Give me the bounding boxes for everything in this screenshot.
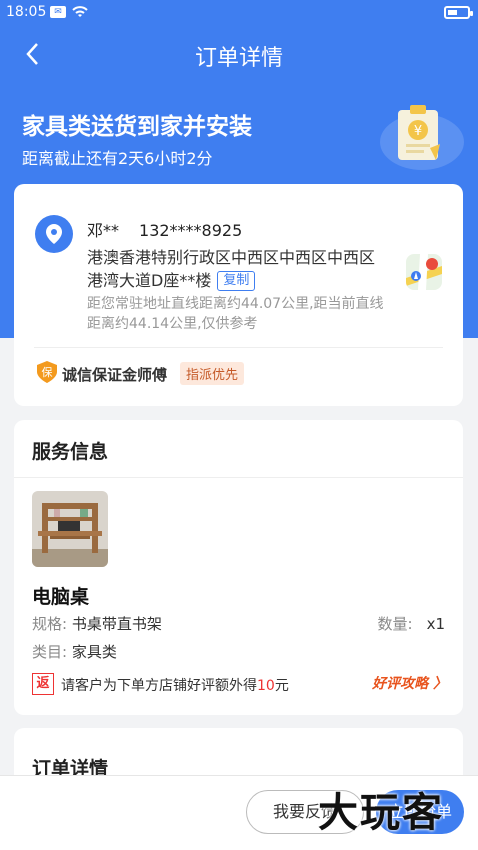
rebate-suffix: 元: [274, 678, 289, 694]
message-icon: ✉: [50, 6, 66, 18]
divider: [14, 477, 463, 478]
review-guide-link[interactable]: 好评攻略 〉: [372, 673, 447, 693]
status-time: 18:05: [6, 4, 47, 20]
product-image[interactable]: [32, 491, 108, 567]
spec-key: 规格:: [32, 615, 68, 633]
address-line-2-row: 港湾大道D座**楼 复制: [87, 267, 256, 291]
spec-row: 规格: 书桌带直书架: [32, 613, 162, 634]
divider: [34, 347, 443, 348]
rebate-amount: 10: [257, 678, 275, 694]
address-line-2: 港湾大道D座**楼: [87, 271, 212, 290]
qty-value: x1: [426, 615, 445, 633]
address-card: 邓** 132****8925 港澳香港特别行政区中西区中西区中西区 港湾大道D座…: [14, 184, 463, 406]
page-title: 订单详情: [194, 46, 283, 71]
service-section-title: 服务信息: [32, 441, 109, 463]
spec-value: 书桌带直书架: [71, 615, 162, 633]
svg-text:保: 保: [42, 365, 53, 379]
qty-key: 数量:: [377, 615, 413, 633]
deadline-countdown: 距离截止还有2天6小时2分: [22, 149, 213, 168]
customer-name: 邓**: [87, 221, 120, 240]
rebate-prefix: 请客户为下单方店铺好评额外得: [61, 678, 257, 694]
certification-label: 诚信保证金师傅: [62, 366, 168, 384]
quantity-row: 数量: x1: [378, 613, 445, 634]
copy-address-button[interactable]: 复制: [217, 271, 256, 291]
address-line-1: 港澳香港特别行政区中西区中西区中西区: [87, 248, 376, 267]
category-value: 家具类: [71, 643, 117, 661]
rebate-text: 请客户为下单方店铺好评额外得10元: [61, 675, 289, 695]
service-info-card: 服务信息 电脑桌 规格: 书桌带直书架 数量: x1 类目: 家具类 返 请客户为…: [14, 420, 463, 715]
distance-note: 距您常驻地址直线距离约44.07公里,距当前直线距离约44.14公里,仅供参考: [87, 296, 384, 332]
status-bar: 18:05 ✉: [0, 0, 478, 26]
map-navigation-icon[interactable]: [406, 254, 442, 290]
product-name: 电脑桌: [32, 586, 90, 608]
clipboard-illustration-icon: ¥: [378, 100, 464, 172]
category-key: 类目:: [32, 643, 68, 661]
customer-phone[interactable]: 132****8925: [139, 221, 242, 240]
customer-contact: 邓** 132****8925: [87, 217, 242, 241]
nav-bar: 订单详情: [0, 30, 478, 78]
location-pin-icon: [35, 215, 73, 253]
wifi-icon: [70, 3, 90, 23]
watermark: 大玩客: [318, 790, 444, 836]
svg-text:¥: ¥: [414, 124, 422, 139]
service-type-title: 家具类送货到家并安装: [22, 114, 252, 140]
category-row: 类目: 家具类: [32, 641, 117, 662]
battery-icon: [444, 6, 473, 19]
shield-icon: 保: [36, 360, 58, 384]
rebate-icon: 返: [32, 673, 54, 695]
priority-badge: 指派优先: [180, 362, 245, 385]
